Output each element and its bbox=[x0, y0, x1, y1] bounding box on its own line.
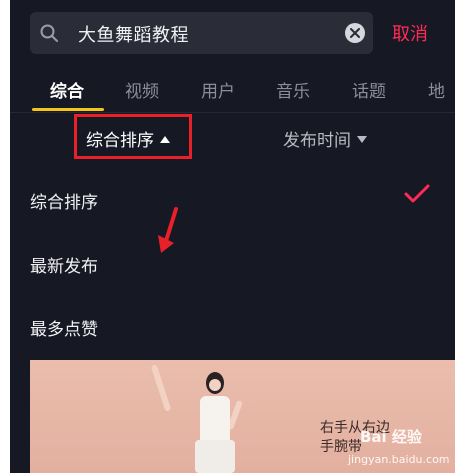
baidu-watermark: Bai 经验 bbox=[360, 428, 422, 446]
publish-time-dropdown[interactable]: 发布时间 bbox=[283, 126, 367, 151]
baidu-watermark-url: jingyan.baidu.com bbox=[348, 453, 450, 466]
sort-menu: 综合排序 最新发布 最多点赞 bbox=[10, 162, 455, 358]
search-input[interactable]: 大鱼舞蹈教程 bbox=[30, 12, 373, 54]
app-screen: 大鱼舞蹈教程 取消 综合 视频 用户 音乐 话题 地 综合排序 发布时间 综合排… bbox=[10, 0, 455, 473]
search-icon bbox=[40, 24, 58, 42]
cancel-button[interactable]: 取消 bbox=[392, 20, 428, 46]
close-icon bbox=[350, 28, 360, 38]
tab-locations[interactable]: 地 bbox=[428, 77, 445, 102]
video-thumbnail[interactable]: 右手从右边 手腕带 Bai 经验 jingyan.baidu.com bbox=[30, 360, 455, 473]
tab-topics[interactable]: 话题 bbox=[352, 77, 386, 102]
caret-down-icon bbox=[357, 136, 367, 143]
search-bar-row: 大鱼舞蹈教程 取消 bbox=[10, 0, 455, 64]
annotation-highlight-box bbox=[74, 114, 192, 159]
category-tabs: 综合 视频 用户 音乐 话题 地 bbox=[10, 64, 455, 112]
active-tab-indicator bbox=[32, 108, 104, 111]
tab-music[interactable]: 音乐 bbox=[276, 77, 310, 102]
sort-option-most-liked[interactable]: 最多点赞 bbox=[30, 315, 98, 340]
search-query[interactable]: 大鱼舞蹈教程 bbox=[78, 21, 189, 47]
publish-time-label: 发布时间 bbox=[283, 131, 351, 151]
tab-comprehensive[interactable]: 综合 bbox=[50, 77, 84, 102]
sort-option-comprehensive[interactable]: 综合排序 bbox=[30, 188, 98, 213]
tab-users[interactable]: 用户 bbox=[201, 77, 235, 102]
annotation-arrow-icon bbox=[158, 207, 178, 253]
clear-search-button[interactable] bbox=[345, 23, 365, 43]
check-icon bbox=[404, 184, 430, 203]
sort-option-newest[interactable]: 最新发布 bbox=[30, 252, 98, 277]
tab-videos[interactable]: 视频 bbox=[125, 77, 159, 102]
